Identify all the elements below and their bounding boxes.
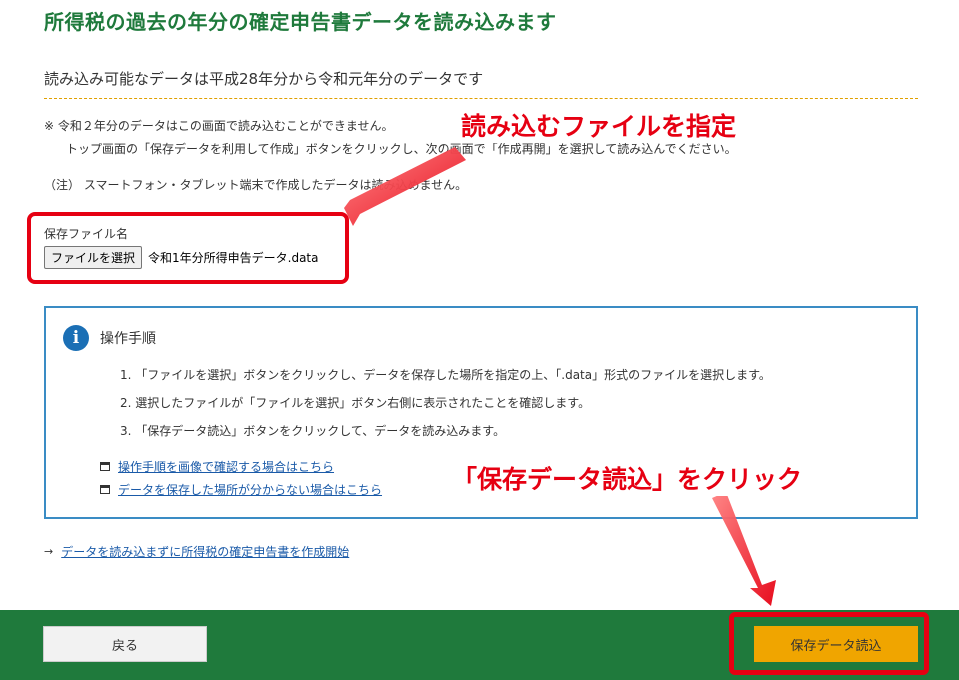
- callout-arrow-1: [344, 147, 466, 226]
- annotation-arrows: [344, 147, 776, 606]
- callout-arrow-2: [712, 492, 776, 606]
- callout-select-file: 読み込むファイルを指定: [457, 107, 741, 143]
- page: 所得税の過去の年分の確定申告書データを読み込みます 読み込み可能なデータは平成2…: [0, 0, 959, 680]
- callout-click-load: 「保存データ読込」をクリック: [448, 460, 807, 496]
